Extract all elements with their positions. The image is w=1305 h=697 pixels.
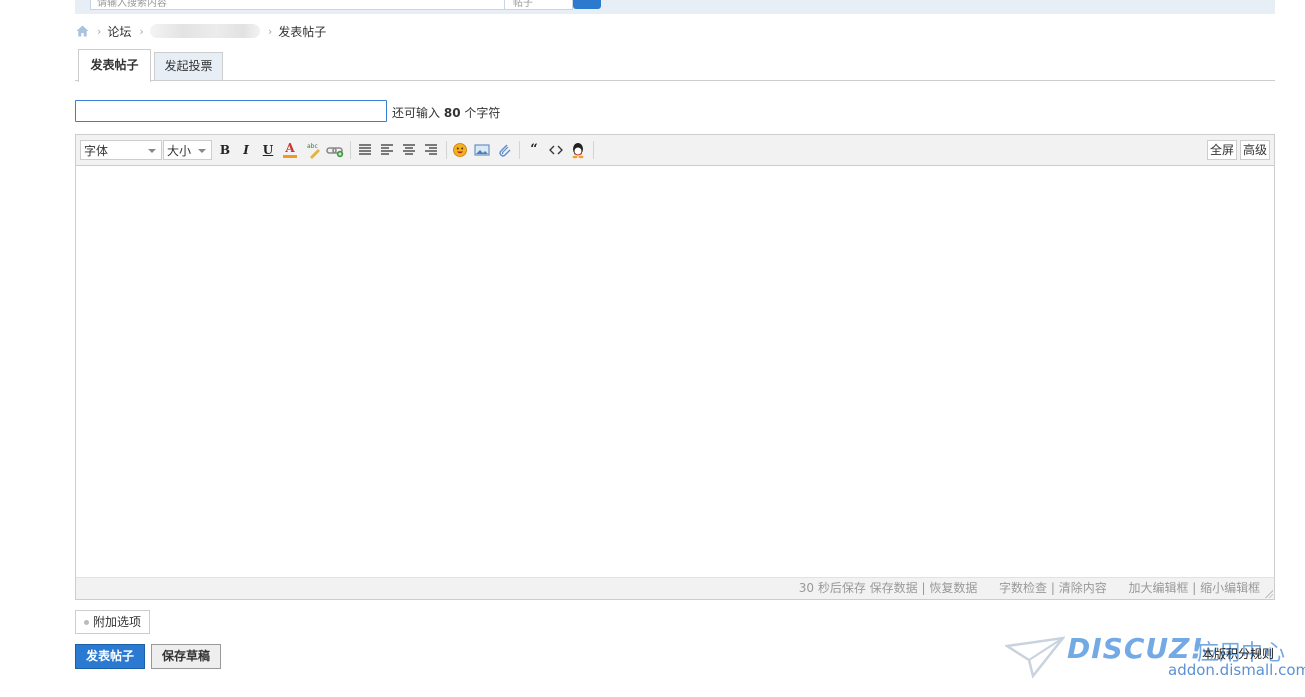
fullscreen-button[interactable]: 全屏: [1207, 140, 1237, 160]
word-check-link[interactable]: 字数检查: [999, 581, 1047, 595]
size-select[interactable]: 大小: [163, 140, 212, 160]
toolbar-divider: [519, 141, 520, 159]
smiley-icon[interactable]: [451, 141, 469, 159]
editor-toolbar: 字体 大小 B I U A abc “ 全屏 高级: [76, 135, 1274, 166]
counter-number: 80: [443, 106, 461, 120]
toolbar-divider: [446, 141, 447, 159]
code-icon[interactable]: [547, 141, 565, 159]
font-select-label: 字体: [84, 144, 109, 158]
forum-rules-link[interactable]: 本版积分规则: [1202, 645, 1274, 662]
restore-data-link[interactable]: 恢复数据: [929, 581, 977, 595]
toolbar-divider: [593, 141, 594, 159]
quote-icon[interactable]: “: [525, 141, 543, 159]
align-justify-icon[interactable]: [356, 141, 374, 159]
counter-prefix: 还可输入: [392, 106, 441, 120]
tab-poll[interactable]: 发起投票: [154, 52, 223, 80]
status-separator: |: [921, 581, 926, 595]
breadcrumb-forum[interactable]: 论坛: [107, 23, 131, 40]
status-separator: |: [1050, 581, 1055, 595]
watermark-url: addon.dismall.com: [1168, 661, 1305, 679]
background-color-icon[interactable]: abc: [304, 141, 322, 159]
font-color-icon[interactable]: A: [281, 141, 299, 159]
bold-icon[interactable]: B: [216, 141, 234, 159]
chevron-down-icon: [148, 149, 156, 153]
home-icon[interactable]: [76, 25, 89, 37]
image-icon[interactable]: [473, 141, 491, 159]
align-center-icon[interactable]: [400, 141, 418, 159]
underline-icon[interactable]: U: [259, 141, 277, 159]
size-select-label: 大小: [167, 144, 192, 158]
advanced-button[interactable]: 高级: [1240, 140, 1270, 160]
status-separator: |: [1192, 581, 1197, 595]
discuz-watermark: DISCUZ! 应用中心 本版积分规则 addon.dismall.com: [1005, 632, 1305, 692]
counter-suffix: 个字符: [464, 106, 501, 120]
qq-icon[interactable]: [569, 141, 587, 159]
svg-text:abc: abc: [307, 143, 318, 150]
clear-content-link[interactable]: 清除内容: [1059, 581, 1107, 595]
submit-post-button[interactable]: 发表帖子: [75, 644, 145, 669]
font-color-letter: A: [285, 141, 295, 155]
extra-options-label: 附加选项: [93, 615, 142, 629]
editor-textarea[interactable]: [76, 166, 1274, 577]
breadcrumb: › 论坛 › › 发表帖子: [76, 23, 326, 39]
enlarge-editor-link[interactable]: 加大编辑框: [1128, 581, 1188, 595]
breadcrumb-current: 发表帖子: [278, 24, 327, 39]
italic-icon[interactable]: I: [237, 141, 255, 159]
subject-char-counter: 还可输入 80 个字符: [392, 104, 500, 121]
font-select[interactable]: 字体: [80, 140, 162, 160]
breadcrumb-separator: ›: [97, 24, 102, 38]
align-left-icon[interactable]: [378, 141, 396, 159]
autosave-text: 30 秒后保存: [798, 581, 866, 595]
search-scope-select[interactable]: 帖子: [504, 0, 573, 10]
search-input[interactable]: 请输入搜索内容: [90, 0, 510, 10]
editor: 字体 大小 B I U A abc “ 全屏 高级 30 秒后保存 保存数据 |…: [75, 134, 1275, 600]
breadcrumb-separator: ›: [267, 24, 273, 38]
chevron-down-icon: [198, 149, 206, 153]
bullet-icon: [84, 620, 89, 625]
font-color-bar: [283, 155, 297, 158]
align-right-icon[interactable]: [422, 141, 440, 159]
attachment-icon[interactable]: [495, 141, 513, 159]
shrink-editor-link[interactable]: 缩小编辑框: [1200, 581, 1260, 595]
link-icon[interactable]: [326, 141, 344, 159]
paper-plane-icon: [1005, 636, 1065, 679]
breadcrumb-separator: ›: [139, 24, 144, 38]
save-draft-button[interactable]: 保存草稿: [151, 644, 221, 669]
breadcrumb-board-redacted[interactable]: [149, 24, 260, 38]
toolbar-divider: [350, 141, 351, 159]
save-data-link[interactable]: 保存数据: [870, 581, 918, 595]
post-type-tabs: 发表帖子 发起投票: [75, 49, 1275, 82]
extra-options-toggle[interactable]: 附加选项: [75, 610, 151, 634]
tab-post[interactable]: 发表帖子: [78, 49, 151, 82]
subject-input[interactable]: [75, 100, 387, 122]
editor-statusbar: 30 秒后保存 保存数据 | 恢复数据 字数检查 | 清除内容 加大编辑框 | …: [76, 577, 1274, 599]
search-button[interactable]: [573, 0, 601, 9]
resize-grip-icon[interactable]: [1265, 590, 1273, 598]
